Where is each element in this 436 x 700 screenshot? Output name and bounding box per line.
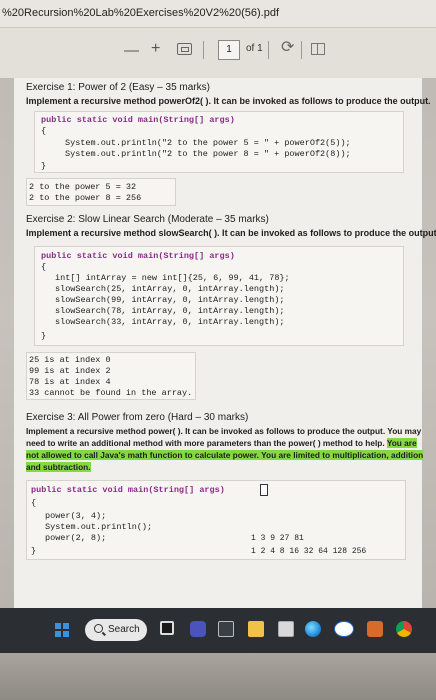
search-icon [94,624,103,633]
window-titlebar: %20Recursion%20Lab%20Exercises%20V2%20(5… [0,0,436,28]
code-line: System.out.println(); [45,522,153,532]
chrome-icon[interactable] [396,621,412,637]
pdf-toolbar: — + 1 of 1 ⟳ [0,28,436,78]
output-line: 25 is at index 0 [29,355,111,365]
window-title: %20Recursion%20Lab%20Exercises%20V2%20(5… [2,7,279,19]
exercise-2-heading: Exercise 2: Slow Linear Search (Moderate… [26,214,269,225]
code-line: System.out.println("2 to the power 5 = "… [65,138,351,148]
exercise-3-instructions-line-4: and subtraction. [26,462,91,472]
file-explorer-icon[interactable] [218,621,234,637]
office-icon[interactable] [367,621,383,637]
zoom-in-icon[interactable]: + [151,41,160,57]
exercise-1-code-block: public static void main(String[] args) {… [34,111,404,173]
pdf-page: Exercise 1: Power of 2 (Easy – 35 marks)… [14,78,436,608]
code-line: power(3, 4); [45,511,107,521]
code-line: } [41,331,47,341]
code-text: public static void main(String[] args) [41,251,235,261]
exercise-3-instructions-line-2: need to write an additional method with … [26,438,417,448]
rotate-icon[interactable]: ⟳ [281,40,294,56]
code-line: slowSearch(99, intArray, 0, intArray.len… [55,295,285,305]
code-line: public static void main(String[] args) [31,485,225,495]
exercise-3-instructions-line-3: not allowed to call Java's math function… [26,450,424,460]
code-line: System.out.println("2 to the power 8 = "… [65,149,351,159]
taskbar-search-box[interactable]: Search [85,619,147,641]
exercise-1-output: 2 to the power 5 = 32 2 to the power 8 =… [26,178,176,206]
highlighted-text: You are [386,438,417,448]
output-line: 33 cannot be found in the array. [29,388,193,398]
exercise-3-output-line-1: 1 3 9 27 81 [251,534,304,543]
code-line: slowSearch(33, intArray, 0, intArray.len… [55,317,285,327]
code-line: } [31,546,37,556]
two-page-view-icon[interactable] [311,43,325,55]
output-line: 78 is at index 4 [29,377,111,387]
folder-icon[interactable] [248,621,264,637]
laptop-bezel [0,653,436,700]
edge-icon[interactable] [305,621,321,637]
code-line: int[] intArray = new int[]{25, 6, 99, 41… [55,273,290,283]
page-number-input[interactable]: 1 [218,40,240,60]
code-line: } [41,161,47,171]
code-line: { [31,498,37,508]
code-line: { [41,262,47,272]
toolbar-divider [203,41,204,59]
fit-page-icon[interactable] [177,43,192,55]
code-line: power(2, 8); [45,533,107,543]
exercise-2-output: 25 is at index 0 99 is at index 2 78 is … [26,352,196,400]
highlighted-text: and subtraction. [26,462,91,472]
code-line: public static void main(String[] args) [41,115,235,125]
page-count: of 1 [246,43,263,54]
code-text: public static void main(String[] args) [31,485,225,495]
text-cursor [260,484,268,496]
dell-icon[interactable] [334,621,354,637]
exercise-3-code-block: public static void main(String[] args) {… [26,480,406,560]
exercise-3-heading: Exercise 3: All Power from zero (Hard – … [26,412,249,423]
code-line: { [41,126,47,136]
store-icon[interactable] [278,621,294,637]
output-line: 99 is at index 2 [29,366,111,376]
exercise-2-instructions: Implement a recursive method slowSearch(… [26,228,436,238]
windows-start-icon[interactable] [55,623,69,637]
exercise-3-instructions-line-1: Implement a recursive method power( ). I… [26,426,422,436]
zoom-out-icon[interactable]: — [124,43,139,58]
teams-icon[interactable] [190,621,206,637]
code-text: public static void main(String[] args) [41,115,235,125]
toolbar-divider [301,41,302,59]
exercise-2-code-block: public static void main(String[] args) {… [34,246,404,346]
code-line: public static void main(String[] args) [41,251,235,261]
output-line: 2 to the power 8 = 256 [29,193,142,203]
output-line: 2 to the power 5 = 32 [29,182,137,192]
toolbar-divider [268,41,269,59]
windows-taskbar: Search [0,608,436,653]
highlighted-text: not allowed to call Java's math function… [26,450,424,460]
exercise-3-output-line-2: 1 2 4 8 16 32 64 128 256 [251,547,367,556]
task-view-icon[interactable] [160,621,174,635]
search-label: Search [108,624,140,635]
code-line: slowSearch(25, intArray, 0, intArray.len… [55,284,285,294]
exercise-1-heading: Exercise 1: Power of 2 (Easy – 35 marks) [26,82,210,93]
exercise-1-instructions: Implement a recursive method powerOf2( )… [26,96,431,106]
code-line: slowSearch(78, intArray, 0, intArray.len… [55,306,285,316]
instruction-text: need to write an additional method with … [26,438,385,448]
